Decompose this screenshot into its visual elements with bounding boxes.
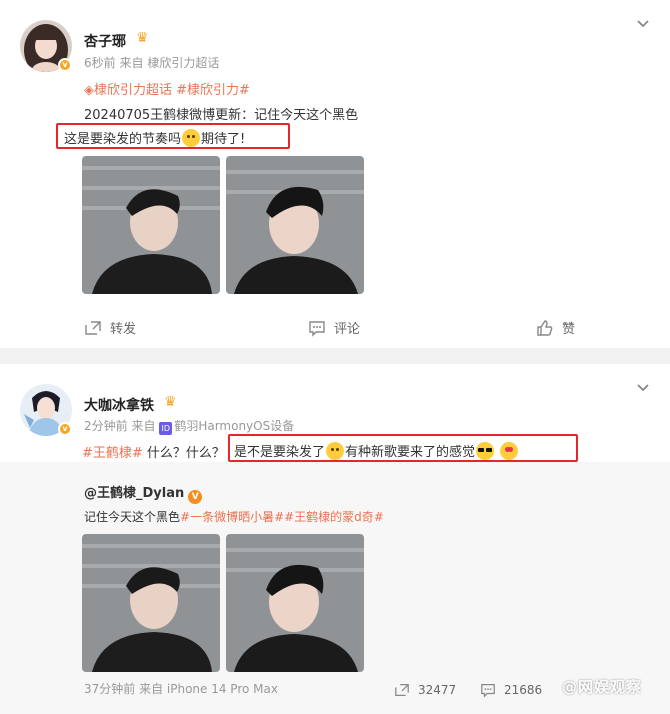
- post-text-highlight: 是不是要染发了 有种新歌要来了的感觉: [234, 441, 519, 460]
- post-meta: 6秒前 来自 棣欣引力超话: [84, 54, 219, 71]
- comment-icon: [309, 320, 325, 337]
- like-label: 赞: [562, 322, 576, 337]
- post-time[interactable]: 2分钟前: [84, 419, 128, 433]
- post-image-1[interactable]: [82, 156, 220, 294]
- crown-icon: ♛: [164, 394, 177, 410]
- chevron-down-icon[interactable]: [636, 16, 650, 30]
- reposted-repost-count[interactable]: 32477: [394, 682, 456, 698]
- chevron-down-icon[interactable]: [636, 380, 650, 394]
- post-text-part: 期待了!: [201, 132, 246, 147]
- post-text-part: 有种新歌要来了的感觉: [345, 445, 476, 460]
- post-card-1: v 杏子琊 ♛ 6秒前 来自 棣欣引力超话 ◈棣欣引力超话 #棣欣引力# 202…: [0, 0, 670, 348]
- reposted-image-1[interactable]: [82, 534, 220, 672]
- topic-link[interactable]: #王鹤棣#: [82, 446, 143, 461]
- reposted-comment-count[interactable]: 21686: [480, 682, 542, 698]
- post-text-part: 是不是要染发了: [234, 445, 326, 460]
- reposted-image-2[interactable]: [226, 534, 364, 672]
- repost-icon: [395, 684, 409, 696]
- source-prefix: 来自: [119, 56, 144, 70]
- comment-button[interactable]: 评论: [308, 318, 360, 337]
- sunglasses-emoji-icon: [476, 442, 495, 460]
- reposted-tags[interactable]: #一条微博晒小暑##王鹤棣的蒙d奇#: [180, 510, 384, 524]
- repost-icon: [85, 320, 101, 335]
- post-time[interactable]: 6秒前: [84, 56, 116, 70]
- username[interactable]: 杏子琊: [84, 31, 126, 51]
- topic-line[interactable]: ◈棣欣引力超话 #棣欣引力#: [84, 79, 250, 98]
- post-text-line2: 这是要染发的节奏吗 期待了!: [64, 128, 245, 147]
- repost-button[interactable]: 转发: [84, 318, 136, 337]
- reposted-user[interactable]: @王鹤棣_Dylan V: [84, 482, 203, 504]
- watermark: @网娱观察: [562, 678, 643, 696]
- post-text-line1: 20240705王鹤棣微博更新：记住今天这个黑色: [84, 108, 359, 123]
- comment-count: 21686: [504, 683, 543, 697]
- post-meta: 2分钟前 来自 ID 鹤羽HarmonyOS设备: [84, 417, 294, 435]
- comment-icon: [481, 684, 495, 698]
- source-prefix: 来自: [131, 419, 156, 433]
- verified-icon: v: [58, 422, 72, 436]
- reposted-text-plain: 记住今天这个黑色: [84, 510, 181, 524]
- comment-label: 评论: [334, 322, 361, 337]
- repost-count: 32477: [418, 683, 457, 697]
- crown-icon: ♛: [136, 30, 149, 46]
- device-icon: ID: [159, 422, 173, 435]
- thumbs-up-icon: [537, 319, 553, 336]
- repost-label: 转发: [110, 322, 137, 337]
- post-image-2[interactable]: [226, 156, 364, 294]
- surprised-emoji-icon: [182, 129, 201, 147]
- heart-eyes-emoji-icon: [500, 442, 519, 460]
- username[interactable]: 大咖冰拿铁: [84, 395, 154, 415]
- thinking-emoji-icon: [326, 442, 345, 460]
- post-text-plain: 什么？什么？: [142, 446, 225, 461]
- reposted-text: 记住今天这个黑色#一条微博晒小暑##王鹤棣的蒙d奇#: [84, 508, 384, 525]
- reposted-username[interactable]: @王鹤棣_Dylan: [84, 486, 184, 501]
- like-button[interactable]: 赞: [536, 318, 575, 337]
- topic-links[interactable]: 棣欣引力超话 #棣欣引力#: [94, 83, 250, 98]
- verified-icon: v: [58, 58, 72, 72]
- verified-badge-icon: V: [188, 490, 203, 504]
- super-topic-icon: ◈: [84, 83, 94, 98]
- post-text-part: 这是要染发的节奏吗: [64, 132, 182, 147]
- post-source[interactable]: 棣欣引力超话: [147, 56, 219, 70]
- reposted-meta[interactable]: 37分钟前 来自 iPhone 14 Pro Max: [84, 680, 278, 697]
- post-card-2: v 大咖冰拿铁 ♛ 2分钟前 来自 ID 鹤羽HarmonyOS设备 #王鹤棣# …: [0, 364, 670, 714]
- reposted-content[interactable]: @王鹤棣_Dylan V 记住今天这个黑色#一条微博晒小暑##王鹤棣的蒙d奇#: [0, 462, 670, 714]
- post-source[interactable]: 鹤羽HarmonyOS设备: [174, 419, 294, 433]
- post-text: #王鹤棣# 什么？什么？: [82, 442, 225, 461]
